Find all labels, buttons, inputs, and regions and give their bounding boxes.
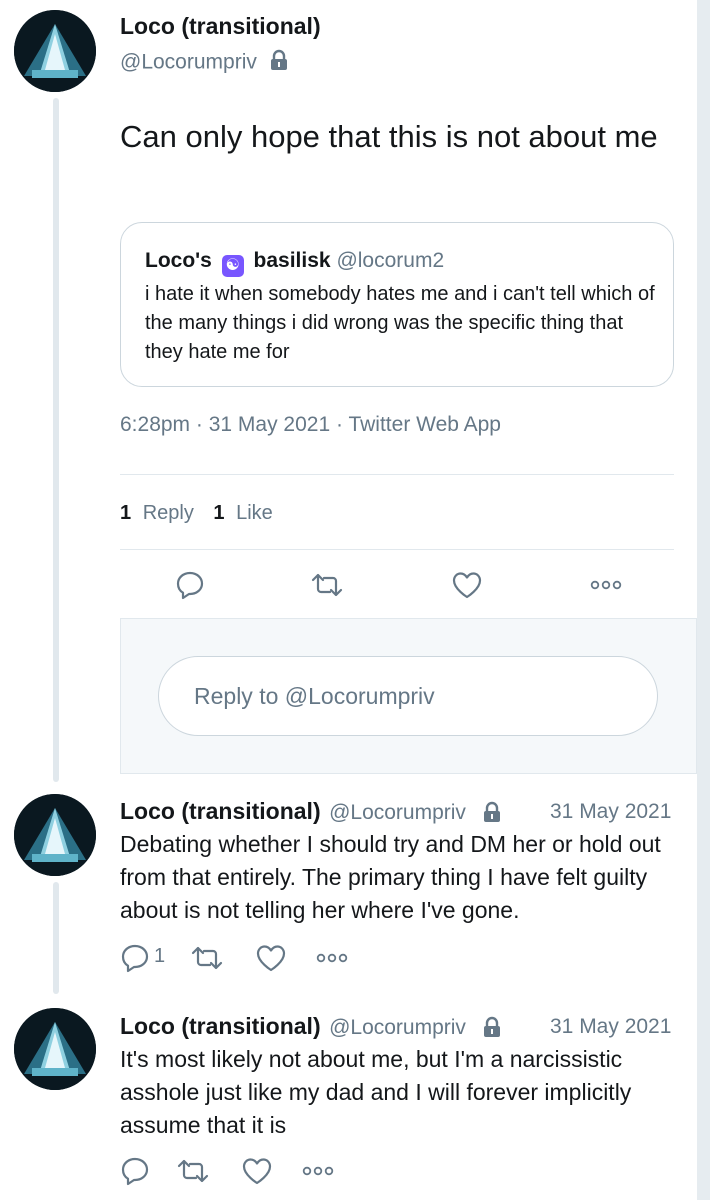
tweet-date[interactable]: 31 May 2021 xyxy=(550,1015,671,1039)
display-name[interactable]: Loco (transitional) xyxy=(120,798,321,824)
lock-icon xyxy=(269,49,289,77)
thread-line xyxy=(53,98,59,782)
reply-icon[interactable] xyxy=(120,943,150,973)
quoted-tweet[interactable]: Loco's ☯ basilisk @locorum2 i hate it wh… xyxy=(120,222,674,387)
handle-text[interactable]: @Locorumpriv xyxy=(120,51,257,74)
tweet-time[interactable]: 6:28pm xyxy=(120,413,190,436)
handle[interactable]: @Locorumpriv xyxy=(329,1016,466,1039)
likes-stat[interactable]: 1 Like xyxy=(213,502,272,524)
replies-count: 1 xyxy=(120,502,132,524)
divider xyxy=(120,549,674,550)
more-icon[interactable] xyxy=(302,1164,334,1178)
quoted-tweet-text: i hate it when somebody hates me and i c… xyxy=(145,283,655,363)
reply-count: 1 xyxy=(154,945,166,967)
reply-header: Loco (transitional) @Locorumpriv xyxy=(120,798,502,828)
like-icon[interactable] xyxy=(255,943,287,973)
tweet-source[interactable]: Twitter Web App xyxy=(348,413,501,436)
separator: · xyxy=(336,413,343,436)
likes-label: Like xyxy=(236,502,273,524)
yin-yang-icon: ☯ xyxy=(221,255,244,277)
tweet-date[interactable]: 31 May 2021 xyxy=(209,413,330,436)
handle[interactable]: @Locorumpriv xyxy=(120,49,289,77)
reply-icon[interactable] xyxy=(120,1156,150,1186)
likes-count: 1 xyxy=(213,502,225,524)
like-icon[interactable] xyxy=(241,1156,273,1186)
tweet-meta: 6:28pm · 31 May 2021 · Twitter Web App xyxy=(120,413,501,437)
avatar[interactable] xyxy=(14,1008,96,1090)
reply-input[interactable]: Reply to @Locorumpriv xyxy=(158,656,658,736)
retweet-icon[interactable] xyxy=(190,944,224,972)
replies-label: Reply xyxy=(142,502,194,524)
tweet-text: Can only hope that this is not about me xyxy=(120,119,658,154)
quoted-display-name-suffix: basilisk xyxy=(253,249,331,272)
avatar[interactable] xyxy=(14,10,96,92)
separator: · xyxy=(195,413,203,436)
lock-icon xyxy=(482,801,502,828)
display-name[interactable]: Loco (transitional) xyxy=(120,1013,321,1039)
right-scroll-gutter xyxy=(697,0,710,1200)
display-name[interactable]: Loco (transitional) xyxy=(120,13,321,40)
retweet-icon[interactable] xyxy=(310,571,344,599)
quoted-handle: @locorum2 xyxy=(336,249,445,272)
tweet-text: Debating whether I should try and DM her… xyxy=(120,831,661,923)
divider xyxy=(120,474,674,475)
more-icon[interactable] xyxy=(590,578,622,592)
thread-line xyxy=(53,882,59,994)
tweet-date[interactable]: 31 May 2021 xyxy=(550,800,671,824)
tweet-text: It's most likely not about me, but I'm a… xyxy=(120,1046,632,1138)
replies-stat[interactable]: 1 Reply xyxy=(120,502,199,524)
reply-icon[interactable] xyxy=(175,570,205,600)
quoted-display-name: Loco's xyxy=(145,249,212,272)
handle[interactable]: @Locorumpriv xyxy=(329,801,466,824)
lock-icon xyxy=(482,1016,502,1043)
quoted-tweet-header: Loco's ☯ basilisk @locorum2 xyxy=(145,249,444,277)
reply-header: Loco (transitional) @Locorumpriv xyxy=(120,1013,502,1043)
tweet-stats: 1 Reply 1 Like xyxy=(120,502,273,525)
reply-composer: Reply to @Locorumpriv xyxy=(120,618,697,774)
retweet-icon[interactable] xyxy=(176,1157,210,1185)
more-icon[interactable] xyxy=(316,951,348,965)
avatar[interactable] xyxy=(14,794,96,876)
like-icon[interactable] xyxy=(451,570,483,600)
